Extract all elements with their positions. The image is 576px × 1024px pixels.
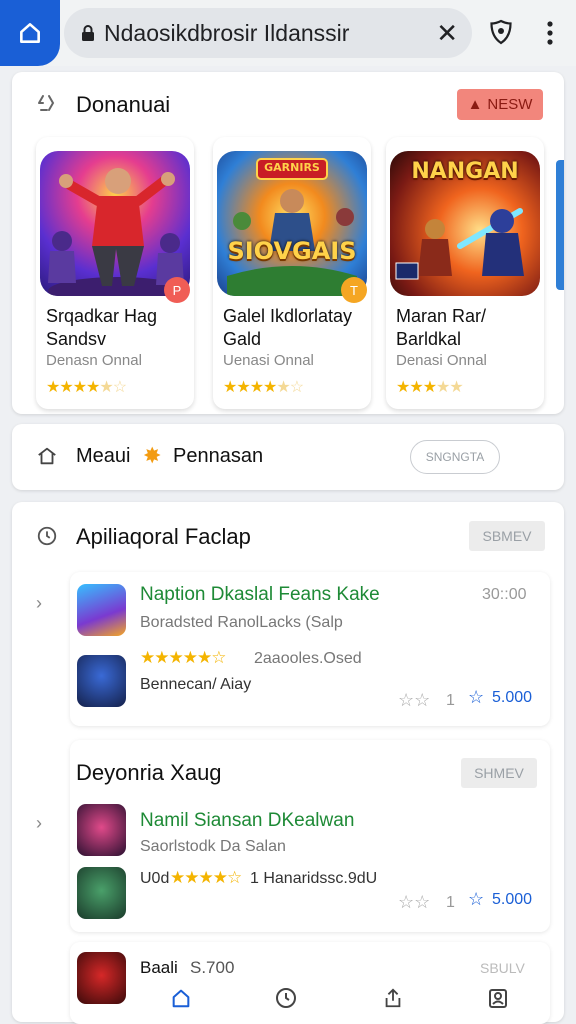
triangle-icon: ▲ <box>467 96 483 113</box>
promo-label: Meaui <box>76 445 131 467</box>
chevron-right-icon[interactable]: › <box>36 593 42 614</box>
game-logo-text: SIOVGAIS <box>227 237 357 265</box>
promo-suffix: Pennasan <box>173 445 264 467</box>
app-price: 5.000 <box>492 891 533 908</box>
featured-title: Donanuai <box>76 92 171 117</box>
game-name: Srqadkar Hag Sandsv <box>46 306 158 349</box>
star-rating: ★★★★☆ <box>170 868 242 887</box>
url-bar[interactable]: Ndaosikdbrosir Ildanssir ✕ <box>64 8 472 58</box>
app-icon <box>77 804 126 856</box>
game-name: Maran Rar/ Barldkal <box>396 306 487 349</box>
new-badge[interactable]: ▲ NESW <box>457 89 543 120</box>
thumb-icon[interactable]: ☆ <box>468 687 484 708</box>
game-subtitle: Uenasi Onnal <box>223 352 314 369</box>
game-art: GARNIRS SIOVGAIS <box>217 151 367 296</box>
chevron-right-icon[interactable]: › <box>36 813 42 834</box>
list1-title: Apiliaqoral Faclap <box>76 524 251 549</box>
list3-more-button[interactable]: SBULV <box>480 960 525 976</box>
game-banner: GARNIRS <box>264 161 320 174</box>
bottom-nav <box>140 982 540 1022</box>
list2-title: Deyonria Xaug <box>76 760 222 785</box>
game-art <box>40 151 190 296</box>
house-icon <box>36 445 58 472</box>
app-detail: Bennecan/ Aiay <box>140 676 252 693</box>
list2-more-button[interactable]: SHMEV <box>461 758 537 788</box>
home-icon[interactable] <box>170 986 192 1015</box>
game-badge: T <box>341 277 367 303</box>
home-icon <box>20 23 40 43</box>
promo-button[interactable]: SNGNGTA <box>410 440 500 474</box>
recycle-icon <box>34 92 58 121</box>
app-icon <box>77 952 126 1004</box>
app-time: 30::00 <box>482 586 527 603</box>
game-subtitle: Denasn Onnal <box>46 352 142 369</box>
close-icon[interactable]: ✕ <box>436 18 458 48</box>
star-rating: ★★★★★☆ <box>223 379 304 396</box>
game-art: NANGAN <box>390 151 540 296</box>
lock-icon <box>82 25 94 41</box>
game-card[interactable]: GARNIRS SIOVGAIS T Galel Ikdlorlatay Gal… <box>213 137 371 409</box>
app-subtitle: Boradsted RanolLacks (Salp <box>140 614 343 631</box>
star-rating: ★★★★★☆ <box>46 379 127 396</box>
star-rating: ★★★★★☆ <box>140 648 226 667</box>
more-vert-icon[interactable] <box>540 20 560 51</box>
game-name: Galel Ikdlorlatay Gald <box>223 306 353 349</box>
star-icon: ✸ <box>143 443 162 468</box>
app-icon <box>77 584 126 636</box>
small-count: 1 <box>446 692 455 709</box>
game-card[interactable]: NANGAN Maran Rar/ Barldkal Denasi Onnal … <box>386 137 544 409</box>
clock-icon <box>36 525 58 552</box>
star-rating: ★★★★★ <box>396 379 464 396</box>
app-title[interactable]: Naption Dkaslal Feans Kake <box>140 584 380 606</box>
next-card-peek <box>556 160 564 290</box>
profile-icon[interactable] <box>486 986 510 1015</box>
star-outline-icon: ☆☆ <box>398 892 431 912</box>
clock-icon[interactable] <box>274 986 298 1015</box>
home-button[interactable] <box>0 0 60 66</box>
app-prefix: U0d <box>140 870 170 887</box>
small-count: 1 <box>446 894 455 911</box>
app-icon <box>77 655 126 707</box>
browser-toolbar: Ndaosikdbrosir Ildanssir ✕ <box>0 0 576 66</box>
list1-more-button[interactable]: SBMEV <box>469 521 545 551</box>
rating-text: 2aaooles.Osed <box>254 650 362 667</box>
url-text: Ndaosikdbrosir Ildanssir <box>104 19 350 46</box>
app-title[interactable]: Namil Siansan DKealwan <box>140 810 354 832</box>
app-subtitle: Saorlstodk Da Salan <box>140 838 286 855</box>
list3-price: S.700 <box>190 958 235 977</box>
app-icon <box>77 867 126 919</box>
app-price: 5.000 <box>492 689 533 706</box>
share-icon[interactable] <box>382 986 404 1015</box>
game-card[interactable]: P Srqadkar Hag Sandsv Denasn Onnal ★★★★★… <box>36 137 194 409</box>
game-subtitle: Denasi Onnal <box>396 352 487 369</box>
new-badge-label: NESW <box>487 96 533 113</box>
thumb-icon[interactable]: ☆ <box>468 889 484 910</box>
list3-title: Baali <box>140 958 178 977</box>
star-outline-icon: ☆☆ <box>398 690 431 710</box>
shield-icon[interactable] <box>488 18 514 51</box>
game-logo-text: NANGAN <box>411 159 519 184</box>
game-badge: P <box>164 277 190 303</box>
rating-text: 1 Hanaridssc.9dU <box>250 870 378 887</box>
